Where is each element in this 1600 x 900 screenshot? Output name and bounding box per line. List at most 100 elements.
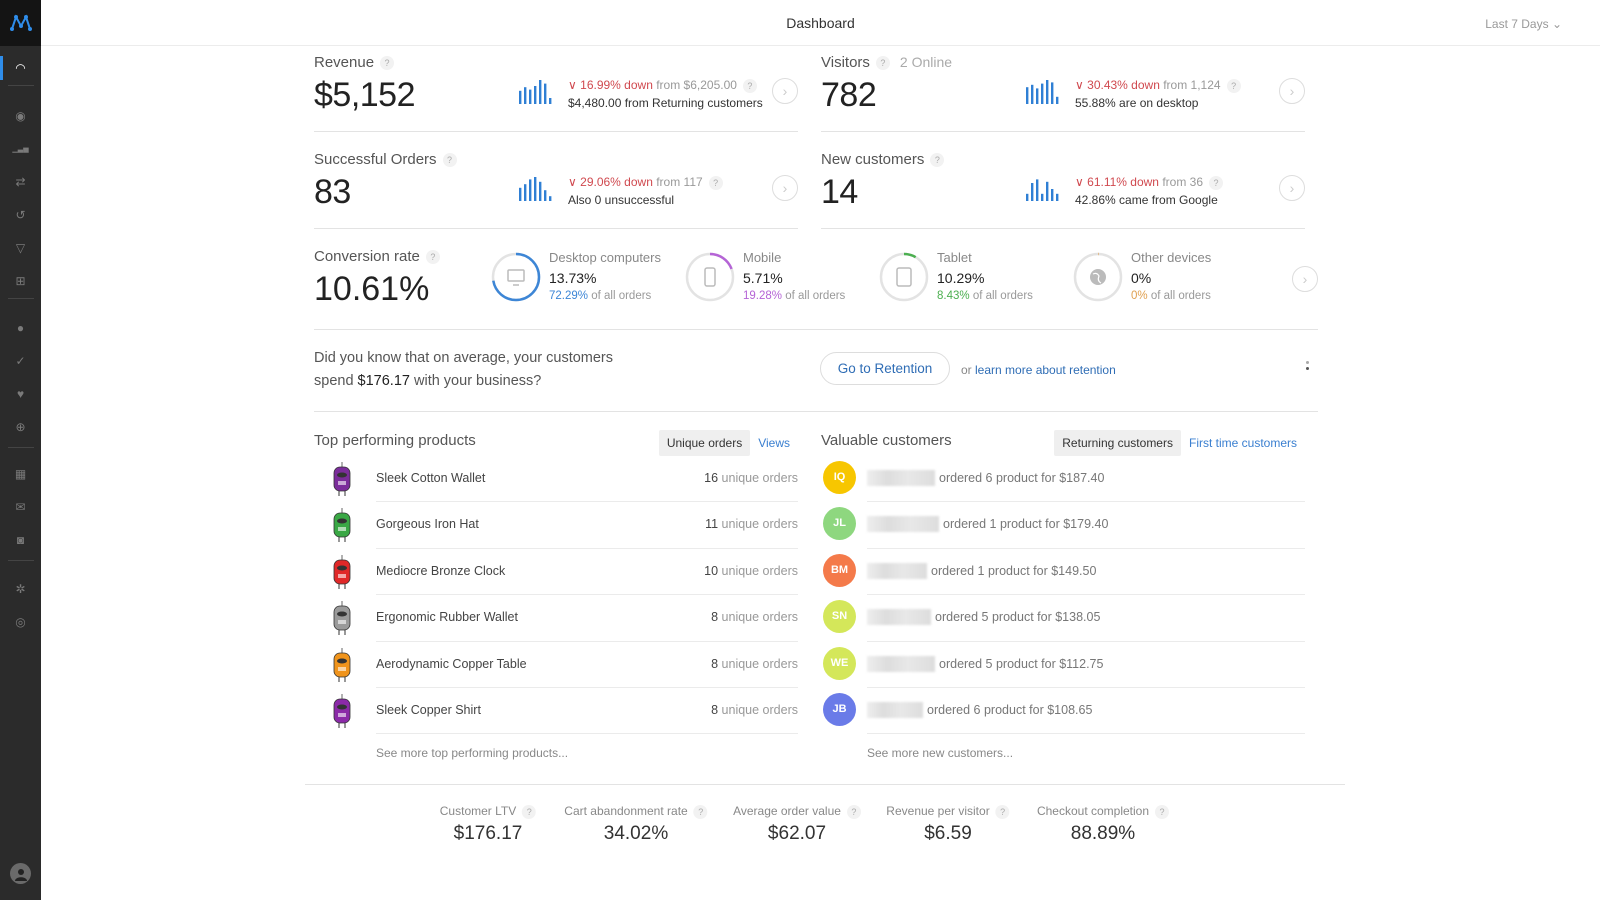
device-share-ring (1073, 252, 1123, 302)
orders-details-button[interactable]: › (772, 175, 798, 201)
product-row[interactable]: Sleek Cotton Wallet 16 unique orders (314, 456, 798, 503)
device-rate: 13.73% (549, 270, 597, 286)
cart-icon: ⊞ (15, 274, 26, 288)
sidebar: ◠ ◉ ▁▃▅ ⇄ ↺ ▽ ⊞ ● ✓ ♥ ⊕ ▦ ✉ ◙ ✲ ◎ (0, 0, 41, 900)
help-icon[interactable]: ? (1209, 175, 1224, 190)
product-thumbnail (333, 508, 351, 543)
sidebar-item-goals[interactable]: ✓ (0, 349, 41, 373)
sidebar-item-support[interactable]: ⊕ (0, 415, 41, 439)
product-count-unit: unique orders (721, 656, 798, 671)
product-row[interactable]: Sleek Copper Shirt 8 unique orders (314, 688, 798, 735)
product-thumbnail (333, 693, 351, 728)
envelope-icon: ✉ (15, 500, 26, 514)
revenue-details-button[interactable]: › (772, 78, 798, 104)
product-count-value: 10 (704, 563, 719, 578)
arrow-down-icon: ∨ (568, 78, 577, 92)
product-count: 16 unique orders (704, 471, 798, 485)
sparkline-bar (524, 184, 527, 201)
app-logo[interactable] (0, 0, 41, 46)
help-icon[interactable]: ? (875, 56, 890, 71)
redacted-customer-name (867, 701, 923, 718)
help-icon[interactable]: ? (1155, 804, 1170, 819)
product-row[interactable]: Mediocre Bronze Clock 10 unique orders (314, 549, 798, 596)
new-customers-details-button[interactable]: › (1279, 175, 1305, 201)
device-share-value: 19.28% (743, 290, 783, 302)
date-range-dropdown[interactable]: Last 7 Days ⌄ (1485, 17, 1562, 31)
sidebar-item-ecommerce[interactable]: ⊞ (0, 269, 41, 293)
kpi-visitors: Visitors? 2 Online 782 ∨ 30.43% down from… (821, 46, 1305, 132)
visitors-details-button[interactable]: › (1279, 78, 1305, 104)
customer-row[interactable]: JL ordered 1 product for $179.40 (821, 502, 1305, 549)
metric-label: Customer LTV (439, 804, 517, 818)
help-icon[interactable]: ? (522, 804, 537, 819)
sidebar-item-funnels[interactable]: ▽ (0, 236, 41, 260)
product-name: Aerodynamic Copper Table (376, 656, 527, 671)
customer-row[interactable]: BM ordered 1 product for $149.50 (821, 549, 1305, 596)
sidebar-item-flows[interactable]: ⇄ (0, 170, 41, 194)
customer-row[interactable]: SN ordered 5 product for $138.05 (821, 595, 1305, 642)
heart-message-icon: ♥ (16, 387, 25, 401)
sparkline-bar (1051, 82, 1054, 104)
help-icon[interactable]: ? (380, 56, 395, 71)
device-share: 0% of all orders (1131, 290, 1211, 302)
metric-value: $176.17 (453, 822, 523, 844)
sidebar-item-integrations[interactable]: ◎ (0, 610, 41, 634)
help-icon[interactable]: ? (708, 175, 723, 190)
product-row[interactable]: Aerodynamic Copper Table 8 unique orders (314, 642, 798, 688)
product-row[interactable]: Gorgeous Iron Hat 11 unique orders (314, 502, 798, 549)
sidebar-item-history[interactable]: ↺ (0, 203, 41, 227)
conversion-details-button[interactable]: › (1292, 266, 1318, 292)
see-more-products-link[interactable]: See more top performing products... (376, 746, 568, 760)
online-count: 2 Online (899, 54, 953, 70)
sidebar-item-settings[interactable]: ✲ (0, 577, 41, 601)
tab-unique-orders[interactable]: Unique orders (658, 430, 751, 456)
tip-line-1: Did you know that on average, your custo… (314, 350, 614, 366)
customer-row[interactable]: JB ordered 6 product for $108.65 (821, 688, 1305, 735)
sparkline-bar (1051, 189, 1054, 201)
panel-title: Top performing products (314, 432, 476, 449)
more-options-icon[interactable] (1304, 358, 1310, 376)
help-icon[interactable]: ? (846, 804, 861, 819)
sidebar-divider (8, 447, 34, 448)
sidebar-item-email[interactable]: ✉ (0, 495, 41, 519)
help-icon[interactable]: ? (995, 804, 1010, 819)
customer-row[interactable]: IQ ordered 6 product for $187.40 (821, 456, 1305, 503)
device-name: Mobile (743, 250, 782, 265)
customer-order-summary: ordered 5 product for $138.05 (935, 610, 1101, 625)
help-icon[interactable]: ? (693, 804, 708, 819)
customer-row[interactable]: WE ordered 5 product for $112.75 (821, 642, 1305, 688)
logo-icon (9, 14, 32, 31)
help-icon[interactable]: ? (742, 78, 757, 93)
learn-more-retention-link[interactable]: learn more about retention (975, 363, 1116, 377)
sidebar-item-analytics[interactable]: ▁▃▅ (0, 137, 41, 161)
check-icon: ✓ (15, 354, 26, 368)
see-more-row: See more new customers... (821, 734, 1305, 774)
sparkline (519, 80, 552, 104)
sidebar-item-visitors[interactable]: ◉ (0, 104, 41, 128)
go-to-retention-button[interactable]: Go to Retention (820, 352, 950, 385)
device-desktop-computers: Desktop computers 13.73% 72.29% of all ord… (491, 250, 681, 310)
sparkline-bar (544, 83, 547, 104)
product-row[interactable]: Ergonomic Rubber Wallet 8 unique orders (314, 595, 798, 642)
user-avatar[interactable] (10, 863, 31, 884)
sidebar-item-feedback[interactable]: ♥ (0, 382, 41, 406)
help-icon[interactable]: ? (442, 153, 457, 168)
sidebar-item-dashboard[interactable]: ◠ (0, 56, 41, 80)
help-icon[interactable]: ? (1226, 78, 1241, 93)
tab-returning-customers[interactable]: Returning customers (1054, 430, 1181, 456)
sidebar-item-bots[interactable]: ◙ (0, 528, 41, 552)
help-icon[interactable]: ? (930, 153, 945, 168)
chevron-down-icon: ⌄ (1551, 17, 1562, 31)
sparkline-bar (539, 181, 542, 201)
sidebar-divider (8, 85, 34, 86)
sidebar-item-layouts[interactable]: ▦ (0, 462, 41, 486)
tab-first-time-customers[interactable]: First time customers (1181, 430, 1305, 456)
product-thumbnail (333, 462, 351, 496)
help-icon[interactable]: ? (425, 250, 440, 265)
sidebar-item-people[interactable]: ● (0, 316, 41, 340)
metric-checkout-completion: Checkout completion? 88.89% (1037, 804, 1170, 845)
redacted-customer-name (867, 470, 935, 486)
chevron-right-icon: › (1302, 271, 1308, 287)
tab-views[interactable]: Views (750, 430, 798, 456)
see-more-customers-link[interactable]: See more new customers... (867, 746, 1013, 760)
